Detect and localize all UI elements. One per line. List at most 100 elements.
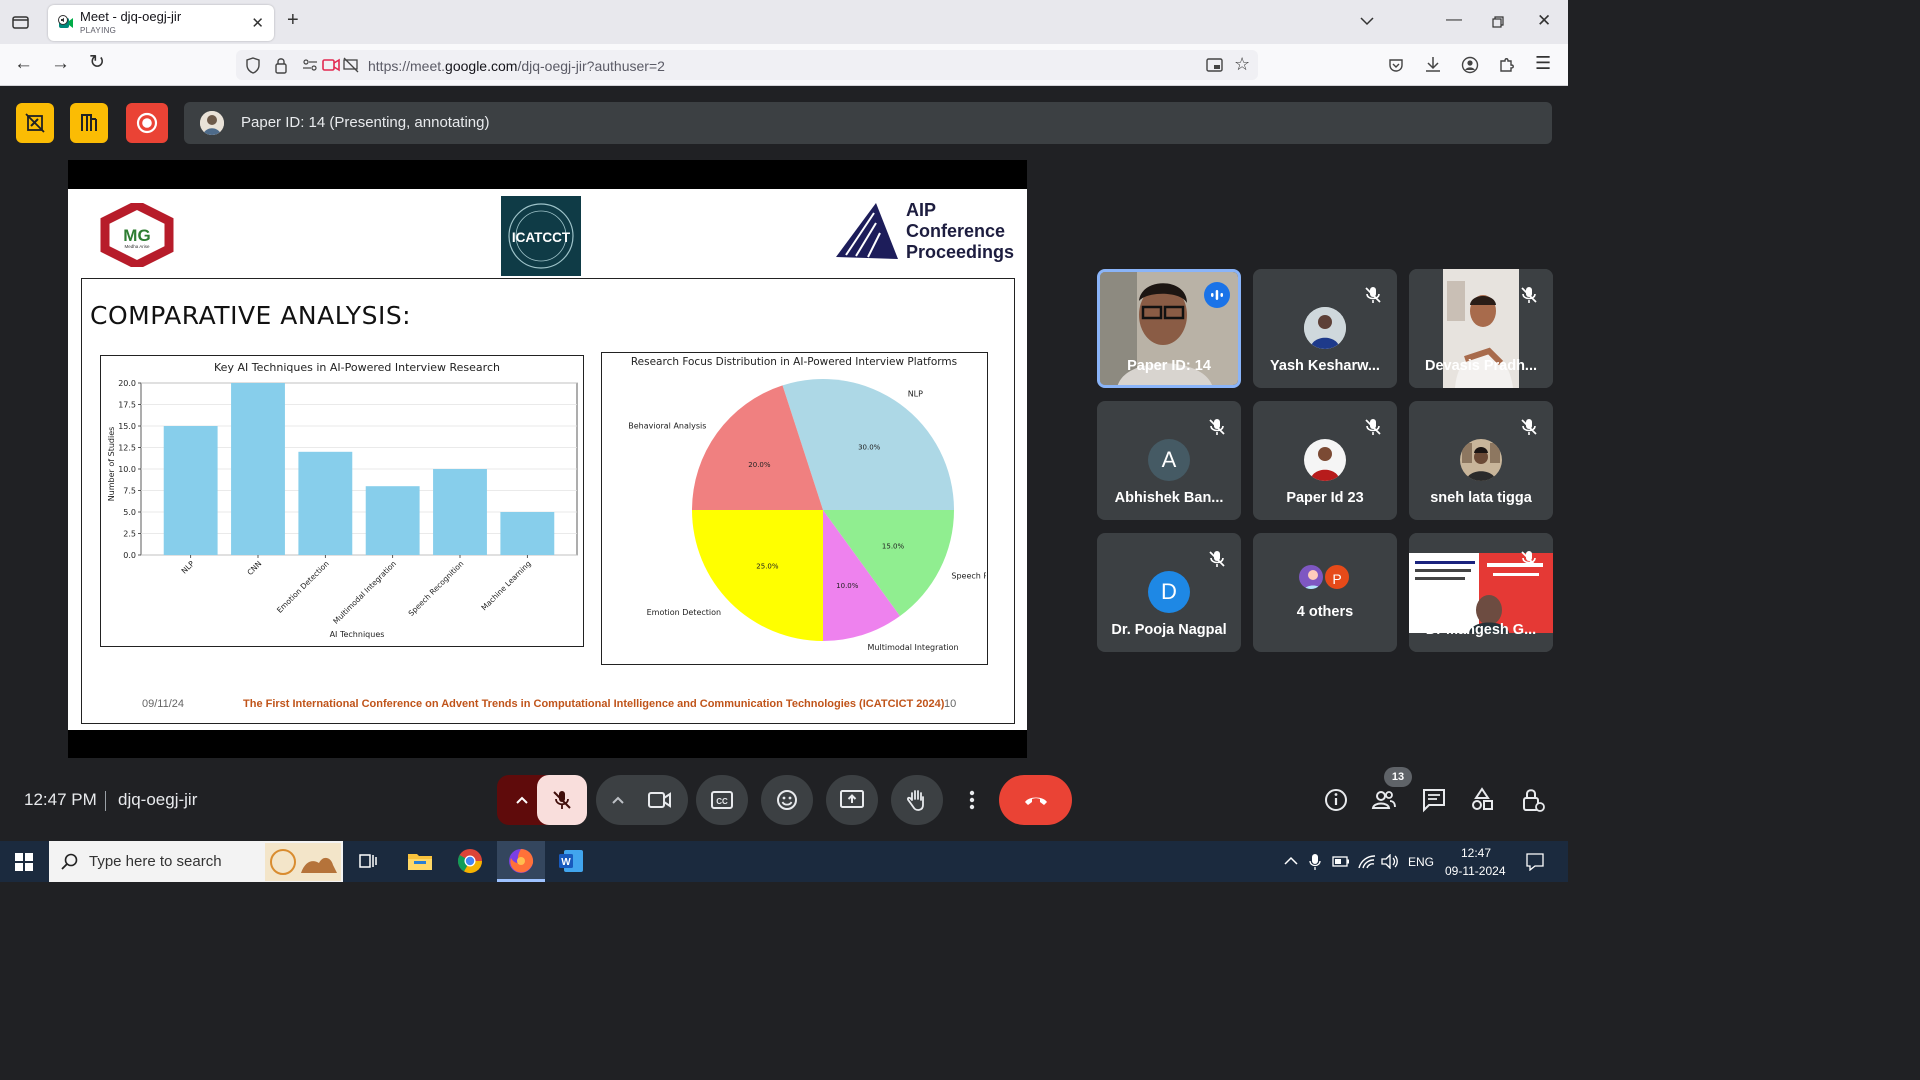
word-icon[interactable]: W [556,846,586,876]
info-icon[interactable] [1322,786,1350,814]
chevron-down-icon[interactable] [1360,16,1374,26]
participant-name: Dr. Pooja Nagpal [1111,622,1227,638]
lock-icon[interactable] [274,57,288,74]
url-bar[interactable]: https://meet.google.com/djq-oegj-jir?aut… [236,50,1258,80]
shield-icon[interactable] [245,57,261,74]
forward-icon[interactable]: → [51,54,70,73]
x-tick-label: NLP [180,559,197,576]
aip-line-1: AIP [906,200,937,220]
y-tick-label: 0.0 [123,551,136,560]
star-icon[interactable]: ☆ [1234,55,1250,73]
participant-tile-devasis[interactable]: Devasis Pradh... [1409,269,1553,388]
end-call-icon [1024,797,1047,805]
bar [163,426,218,555]
participant-tile-pooja[interactable]: D Dr. Pooja Nagpal [1097,533,1241,652]
camera-in-use-icon[interactable] [322,58,340,72]
footer-page-number: 10 [944,698,957,710]
permissions-icon[interactable] [302,59,318,71]
wifi-icon[interactable] [1358,854,1376,869]
file-explorer-icon[interactable] [405,846,435,876]
task-view-icon[interactable] [353,846,383,876]
tab-list-icon[interactable] [12,14,29,30]
captions-button[interactable]: CC [696,775,748,825]
restore-icon[interactable] [1492,16,1504,28]
microphone-tray-icon[interactable] [1309,853,1321,871]
companion-mode-button[interactable] [70,103,108,143]
meeting-clock: 12:47 PM [24,790,97,809]
notifications-icon[interactable] [1526,853,1544,871]
slide: MG Medha Arise ICATCCT AIP Conference Pr… [68,189,1031,730]
participant-tile-sneh-lata[interactable]: sneh lata tigga [1409,401,1553,520]
mic-off-icon [1521,287,1537,303]
mic-off-icon [1521,551,1537,567]
url-text[interactable]: https://meet.google.com/djq-oegj-jir?aut… [368,58,665,74]
taskbar-date[interactable]: 09-11-2024 [1445,864,1506,878]
participant-name: 4 others [1296,604,1354,620]
participant-tile-others[interactable]: P 4 others [1253,533,1397,652]
video-options-chevron-icon[interactable] [612,796,624,804]
tray-chevron-up-icon[interactable] [1284,856,1298,866]
meet-tab[interactable]: Meet - djq-oegj-jir PLAYING ✕ [48,5,274,41]
presenter-avatar [200,111,224,135]
firefox-icon[interactable] [506,846,536,876]
battery-icon[interactable] [1332,856,1350,867]
participant-name: Dr Mangesh G... [1425,622,1537,638]
participant-tile-mangesh[interactable]: Dr Mangesh G... [1409,533,1553,652]
reactions-button[interactable] [761,775,813,825]
bar-chart-title: Key AI Techniques in AI-Powered Intervie… [214,361,500,374]
windows-start-icon[interactable] [15,853,33,871]
mg-logo-subtext: Medha Arise [124,244,150,249]
participant-tile-paper-id-14[interactable]: Paper ID: 14 [1097,269,1241,388]
participant-tile-yash[interactable]: Yash Kesharw... [1253,269,1397,388]
aip-line-2: Conference [906,221,1006,241]
search-highlight-icon [265,843,341,881]
participant-avatar [1304,307,1346,349]
recording-button[interactable] [126,103,168,143]
pie-pct-label: 15.0% [882,543,905,551]
picture-in-picture-icon[interactable] [1206,57,1223,73]
video-icon[interactable] [648,790,672,810]
volume-icon[interactable] [1381,854,1399,869]
chrome-icon[interactable] [455,846,485,876]
pie-slice-label: Behavioral Analysis [628,421,706,430]
close-tab-icon[interactable]: ✕ [251,14,264,32]
participant-tile-paper-id-23[interactable]: Paper Id 23 [1253,401,1397,520]
minimize-icon[interactable]: — [1446,12,1462,28]
screen-share-blocked-icon[interactable] [343,57,359,73]
windows-taskbar: Type here to search W ENG 12:47 09-11-20… [0,841,1568,882]
y-tick-label: 15.0 [118,422,136,431]
shared-screen: MG Medha Arise ICATCCT AIP Conference Pr… [68,160,1031,758]
new-tab-icon[interactable]: + [287,10,299,30]
language-indicator[interactable]: ENG [1408,855,1434,869]
chat-icon[interactable] [1420,786,1448,814]
more-options-button[interactable] [956,775,988,825]
bar-chart-xlabel: AI Techniques [330,630,385,639]
pie-slice-label: Multimodal Integration [868,643,959,652]
mic-off-icon [553,791,571,809]
people-icon[interactable] [1370,786,1398,814]
leave-call-button[interactable] [999,775,1072,825]
activities-icon[interactable] [1468,786,1496,814]
icatcct-logo-text: ICATCCT [512,230,571,245]
slide-title: COMPARATIVE ANALYSIS: [90,301,412,330]
mic-toggle-button[interactable] [537,775,587,825]
taskbar-time[interactable]: 12:47 [1461,846,1491,860]
bar-chart-panel: Key AI Techniques in AI-Powered Intervie… [100,355,584,647]
reload-icon[interactable]: ↻ [89,53,105,72]
download-icon[interactable] [1425,56,1441,73]
account-icon[interactable] [1461,56,1479,74]
participant-count-badge: 13 [1384,767,1412,787]
back-icon[interactable]: ← [14,54,33,73]
close-window-icon[interactable]: ✕ [1537,12,1551,29]
y-tick-label: 12.5 [118,444,136,453]
participant-tile-abhishek[interactable]: A Abhishek Ban... [1097,401,1241,520]
pocket-icon[interactable] [1388,57,1404,73]
taskbar-search[interactable]: Type here to search [49,841,343,882]
present-icon [840,790,864,808]
annotation-toggle-button[interactable] [16,103,54,143]
raise-hand-button[interactable] [891,775,943,825]
extensions-icon[interactable] [1498,56,1515,73]
present-button[interactable] [826,775,878,825]
host-controls-icon[interactable] [1518,786,1546,814]
menu-icon[interactable]: ☰ [1535,54,1551,72]
